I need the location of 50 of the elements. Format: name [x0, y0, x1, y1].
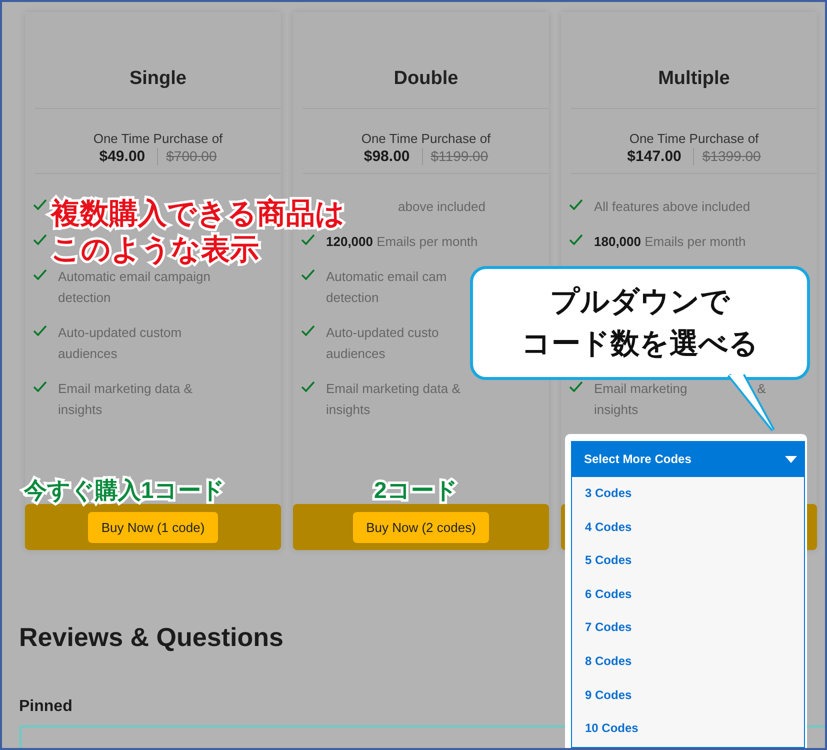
feature-text: above included: [398, 198, 486, 216]
feature-text: All features above included: [594, 198, 750, 216]
dropdown-option[interactable]: 10 Codes: [572, 712, 804, 746]
purchase-label: One Time Purchase of: [628, 131, 760, 146]
plan-name: Single: [35, 12, 281, 109]
section-heading: Reviews & Questions: [19, 622, 284, 653]
feature-text: insights: [594, 401, 638, 419]
feature-text: Auto-updated custom: [58, 324, 182, 342]
feature-text: insights: [58, 401, 102, 419]
feature-text: Email marketing data &: [58, 380, 192, 398]
annotation-text: 2コード: [374, 476, 458, 504]
feature-text: 120,000 Emails per month: [326, 233, 478, 251]
annotation-text: このような表示: [51, 233, 259, 268]
price: $147.00: [627, 148, 694, 165]
pinned-label: Pinned: [19, 698, 72, 716]
feature-text: audiences: [326, 345, 386, 363]
feature-text: detection: [326, 289, 379, 307]
purchase-label: One Time Purchase of: [92, 131, 224, 146]
annotation-text: コード数を選べる: [522, 327, 758, 362]
feature-text: Automatic email cam: [326, 268, 447, 286]
annotation-text: 複数購入できる商品は: [51, 196, 345, 232]
feature-text: Auto-updated custo: [326, 324, 439, 342]
price: $49.00: [99, 148, 158, 165]
original-price: $700.00: [166, 148, 217, 165]
feature-text: audiences: [58, 345, 118, 363]
dropdown-option[interactable]: 4 Codes: [572, 510, 804, 544]
dropdown-option[interactable]: 9 Codes: [572, 678, 804, 712]
feature-text: Email marketing: [594, 380, 688, 398]
dropdown-option[interactable]: 8 Codes: [572, 644, 804, 679]
feature-text: Automatic email campaign: [58, 268, 210, 286]
select-dropdown[interactable]: Select More Codes: [571, 441, 805, 477]
feature-text: 180,000 Emails per month: [594, 233, 746, 251]
plan-name: Double: [303, 12, 549, 109]
annotation-text: 今すぐ購入1コード: [24, 476, 225, 504]
original-price: $1199.00: [430, 148, 488, 165]
feature-text: Email marketing data &: [326, 380, 460, 398]
buy-now-button[interactable]: Buy Now (1 code): [88, 512, 218, 542]
dropdown-option[interactable]: 6 Codes: [572, 578, 804, 612]
purchase-label: One Time Purchase of: [360, 131, 492, 146]
plan-name: Multiple: [571, 12, 817, 109]
price: $98.00: [364, 148, 423, 165]
dropdown-option[interactable]: 7 Codes: [572, 611, 804, 645]
feature-text: insights: [326, 401, 370, 419]
feature-text: &: [757, 380, 766, 398]
dropdown-option[interactable]: 5 Codes: [572, 544, 804, 578]
feature-text: detection: [58, 289, 111, 307]
dropdown-option[interactable]: 3 Codes: [572, 477, 804, 511]
original-price: $1399.00: [702, 148, 761, 165]
annotation-text: プルダウンで: [550, 285, 730, 320]
buy-now-button[interactable]: Buy Now (2 codes): [353, 512, 489, 542]
